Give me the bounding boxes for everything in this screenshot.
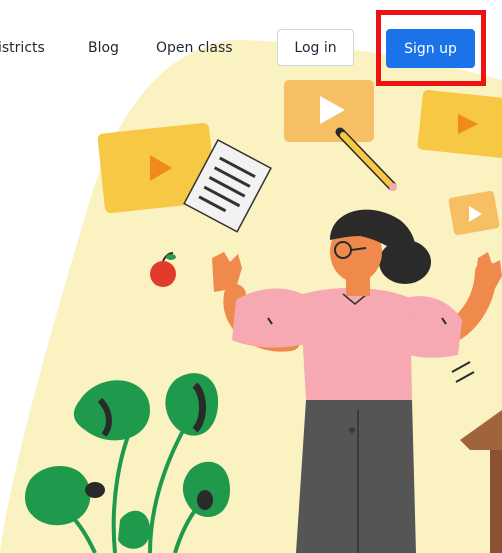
login-button[interactable]: Log in — [277, 29, 354, 66]
nav-link-open-class[interactable]: Open class — [156, 40, 233, 56]
top-navigation: istricts Blog Open class Log in Sign up — [0, 0, 502, 100]
signup-button[interactable]: Sign up — [386, 29, 475, 68]
nav-link-districts[interactable]: istricts — [0, 40, 45, 56]
nav-link-blog[interactable]: Blog — [88, 40, 119, 56]
video-card-icon — [448, 190, 500, 236]
